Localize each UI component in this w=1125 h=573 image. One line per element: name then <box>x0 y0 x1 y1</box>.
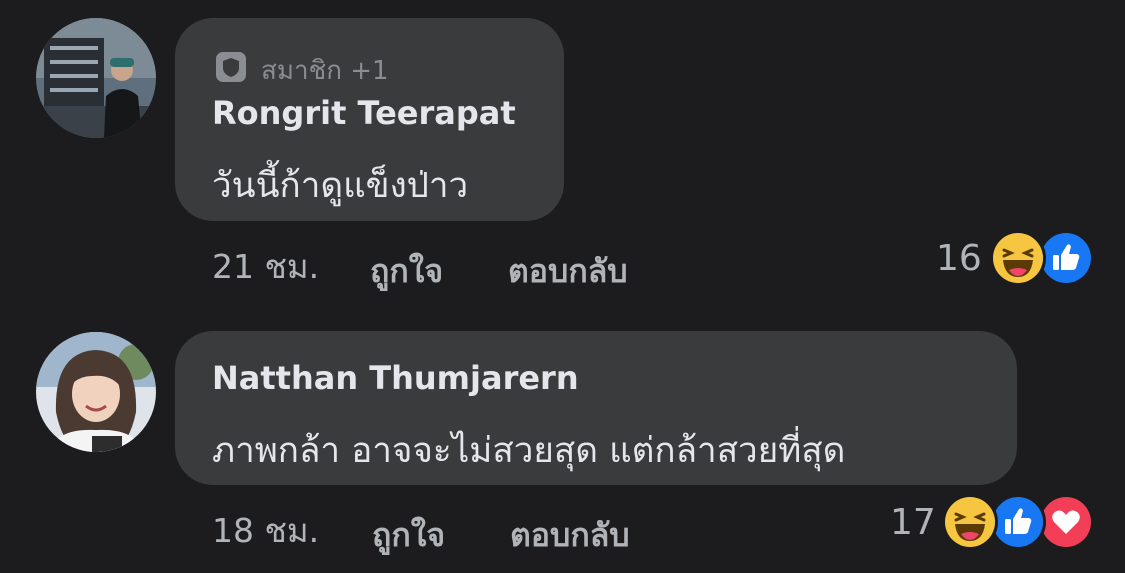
member-badge: สมาชิก +1 <box>215 50 389 91</box>
like-button[interactable]: ถูกใจ <box>372 510 445 561</box>
love-reaction-icon[interactable] <box>1038 494 1094 550</box>
badge-label: สมาชิก +1 <box>261 56 389 86</box>
avatar-photo-icon <box>36 332 156 452</box>
reaction-count[interactable]: 17 <box>890 502 936 543</box>
haha-reaction-icon[interactable] <box>990 230 1046 286</box>
comment-author[interactable]: Rongrit Teerapat <box>212 94 516 132</box>
haha-reaction-icon[interactable] <box>942 494 998 550</box>
comment-time[interactable]: 21 ชม. <box>212 240 319 293</box>
comment-bubble[interactable]: Natthan Thumjarern ภาพกล้า อาจจะไม่สวยสุ… <box>175 331 1017 485</box>
avatar[interactable] <box>36 332 156 452</box>
comment-text: ภาพกล้า อาจจะไม่สวยสุด แต่กล้าสวยที่สุด <box>212 431 846 471</box>
like-reaction-icon[interactable] <box>1038 230 1094 286</box>
comment-author[interactable]: Natthan Thumjarern <box>212 359 579 397</box>
comments-screen: { "comments": [ { "badge": { "icon": "sh… <box>0 0 1125 573</box>
shield-icon <box>215 51 247 90</box>
avatar-photo-icon <box>36 18 156 138</box>
reply-button[interactable]: ตอบกลับ <box>508 246 628 297</box>
comment-text: วันนี้ก้าดูแข็งป่าว <box>212 166 469 206</box>
like-reaction-icon[interactable] <box>990 494 1046 550</box>
comment-time[interactable]: 18 ชม. <box>212 504 319 557</box>
comment-bubble[interactable]: สมาชิก +1 Rongrit Teerapat วันนี้ก้าดูแข… <box>175 18 564 221</box>
like-button[interactable]: ถูกใจ <box>370 246 443 297</box>
avatar[interactable] <box>36 18 156 138</box>
reaction-count[interactable]: 16 <box>936 238 982 279</box>
reply-button[interactable]: ตอบกลับ <box>510 510 630 561</box>
